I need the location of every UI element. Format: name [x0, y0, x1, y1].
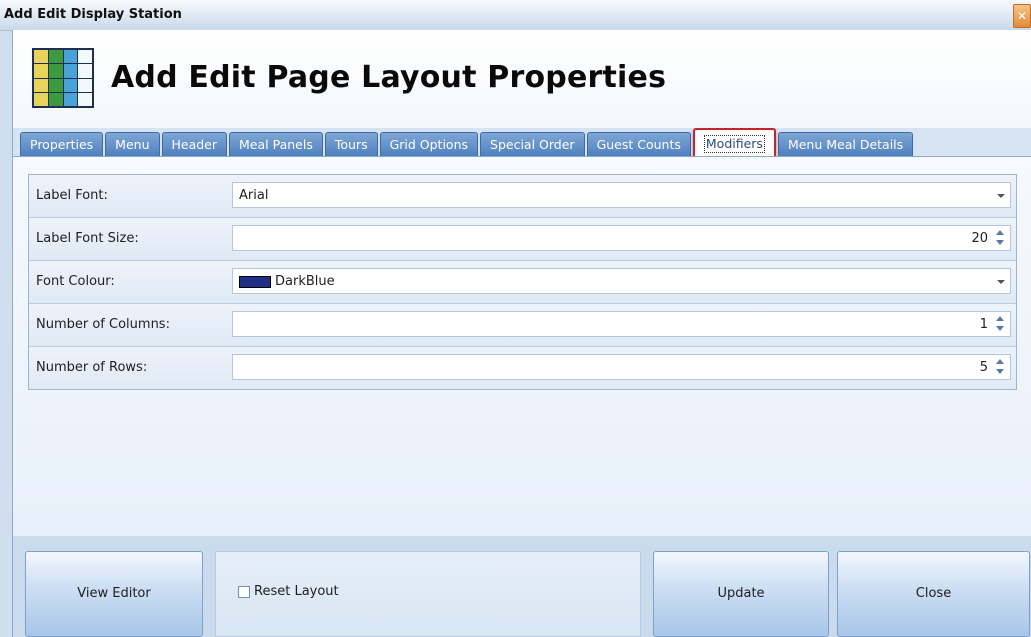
page-header: Add Edit Page Layout Properties [13, 30, 1031, 128]
page-title: Add Edit Page Layout Properties [111, 60, 667, 95]
chevron-down-icon[interactable] [997, 194, 1005, 198]
reset-layout-area: Reset Layout [215, 551, 641, 637]
label-font-size-label: Label Font Size: [36, 231, 139, 246]
tab-grid-options[interactable]: Grid Options [379, 132, 479, 156]
grid-layout-icon [32, 48, 94, 108]
tab-meal-panels[interactable]: Meal Panels [229, 132, 323, 156]
chevron-down-icon[interactable] [997, 280, 1005, 284]
reset-layout-checkbox[interactable] [238, 586, 250, 598]
reset-layout-label[interactable]: Reset Layout [254, 584, 339, 599]
font-colour-row: Font Colour: DarkBlue [29, 261, 1016, 304]
label-font-dropdown[interactable]: Arial [232, 182, 1011, 208]
colour-swatch [239, 276, 271, 288]
tab-properties[interactable]: Properties [20, 132, 104, 156]
spin-arrows-icon[interactable] [996, 359, 1005, 376]
close-button[interactable]: Close [837, 551, 1030, 637]
spin-arrows-icon[interactable] [996, 230, 1005, 247]
tab-special-order[interactable]: Special Order [480, 132, 585, 156]
window-title: Add Edit Display Station [4, 7, 182, 22]
tab-tours[interactable]: Tours [324, 132, 378, 156]
number-of-rows-spinner[interactable]: 5 [232, 354, 1011, 380]
font-colour-dropdown[interactable]: DarkBlue [232, 268, 1011, 294]
spin-arrows-icon[interactable] [996, 316, 1005, 333]
modifiers-panel: Label Font: Arial Label Font Size: 20 Fo… [13, 156, 1031, 538]
tab-strip: Properties Menu Header Meal Panels Tours… [20, 128, 915, 156]
label-font-size-row: Label Font Size: 20 [29, 218, 1016, 261]
font-colour-value: DarkBlue [275, 274, 335, 289]
tab-modifiers[interactable]: Modifiers [692, 128, 776, 156]
close-icon: ✕ [1016, 9, 1028, 23]
number-of-columns-spinner[interactable]: 1 [232, 311, 1011, 337]
number-of-rows-row: Number of Rows: 5 [29, 347, 1016, 389]
update-button[interactable]: Update [653, 551, 829, 637]
view-editor-button[interactable]: View Editor [25, 551, 203, 637]
window-close-button[interactable]: ✕ [1013, 4, 1031, 28]
tab-guest-counts[interactable]: Guest Counts [586, 132, 691, 156]
label-font-size-value: 20 [971, 231, 988, 246]
tab-menu[interactable]: Menu [105, 132, 160, 156]
number-of-rows-label: Number of Rows: [36, 360, 148, 375]
tab-header[interactable]: Header [161, 132, 228, 156]
dialog-body: Add Edit Page Layout Properties Properti… [12, 30, 1031, 637]
number-of-columns-row: Number of Columns: 1 [29, 304, 1016, 347]
footer-bar: View Editor Reset Layout Update Close [13, 536, 1031, 637]
label-font-size-spinner[interactable]: 20 [232, 225, 1011, 251]
window-titlebar: Add Edit Display Station ✕ [0, 0, 1031, 31]
number-of-columns-label: Number of Columns: [36, 317, 170, 332]
label-font-row: Label Font: Arial [29, 175, 1016, 218]
font-colour-label: Font Colour: [36, 274, 115, 289]
label-font-value: Arial [239, 188, 269, 203]
tab-menu-meal-details[interactable]: Menu Meal Details [777, 132, 914, 156]
number-of-columns-value: 1 [979, 317, 988, 332]
property-grid: Label Font: Arial Label Font Size: 20 Fo… [28, 174, 1017, 390]
label-font-label: Label Font: [36, 188, 108, 203]
number-of-rows-value: 5 [979, 360, 988, 375]
